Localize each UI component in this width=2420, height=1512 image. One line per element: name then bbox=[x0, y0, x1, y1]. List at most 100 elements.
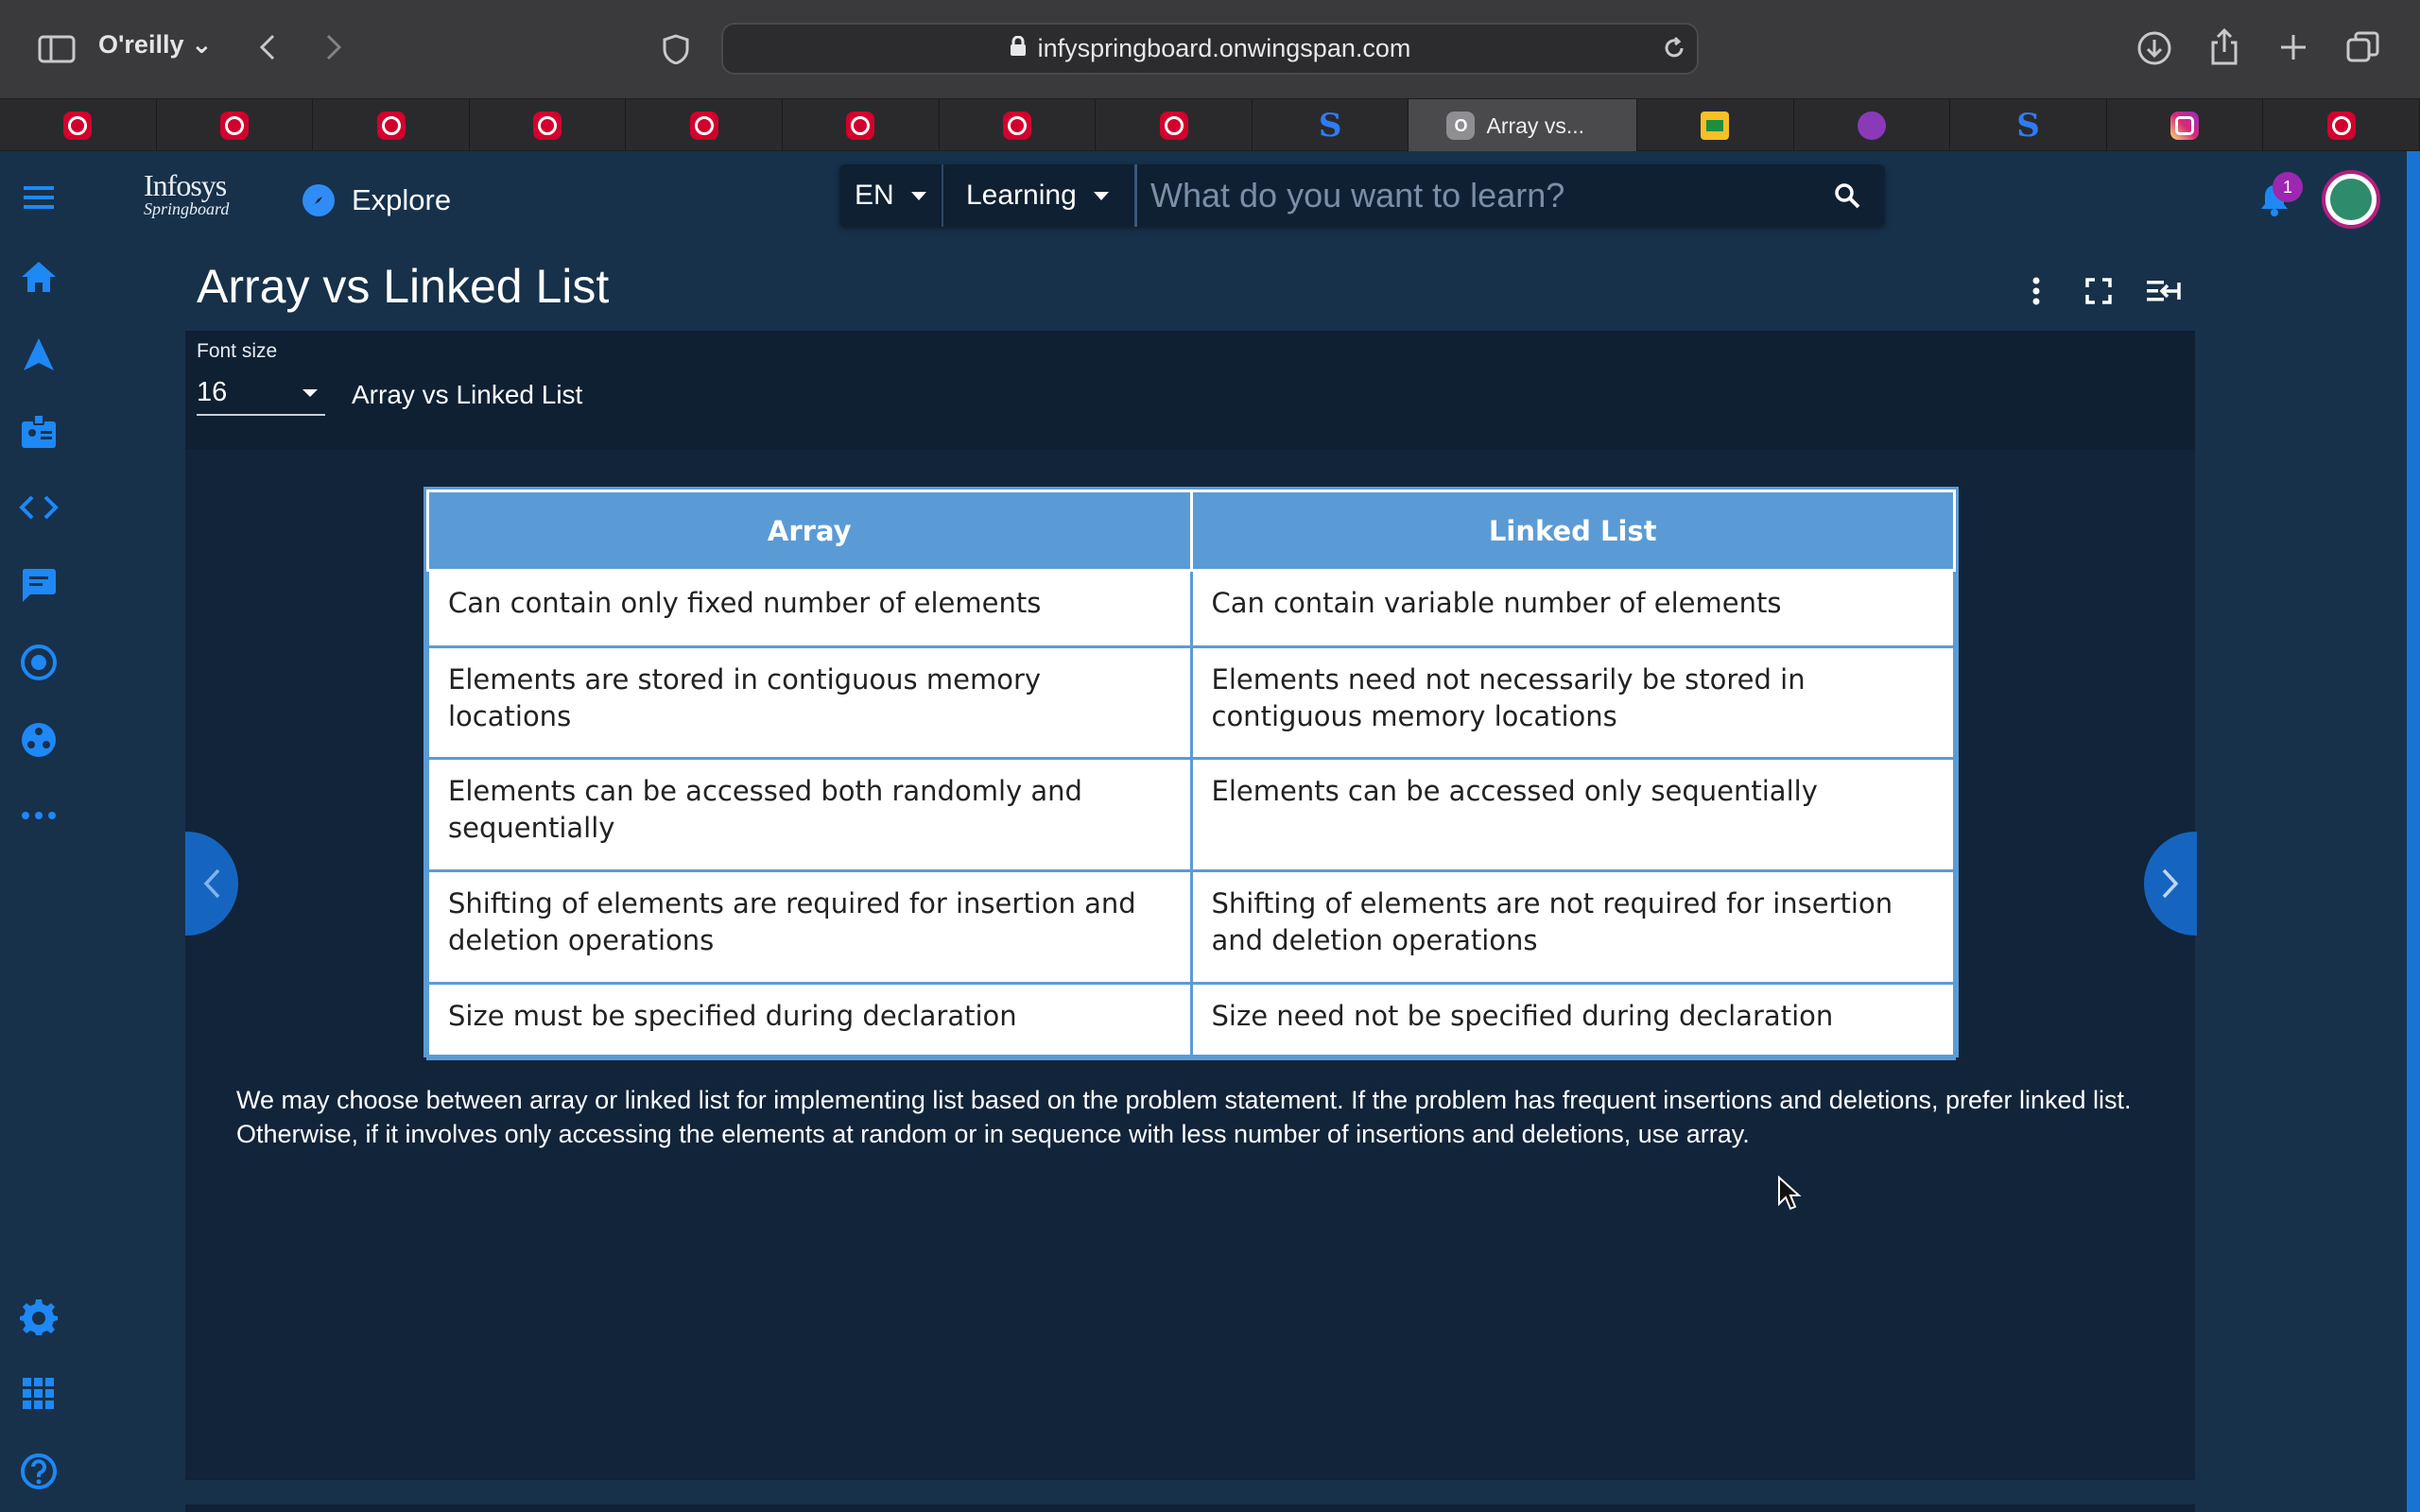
browser-toolbar: O'reilly ⌄ infyspringboard.onwingspan.co… bbox=[0, 0, 2420, 98]
downloads-icon[interactable] bbox=[2135, 28, 2174, 68]
summary-paragraph: We may choose between array or linked li… bbox=[236, 1086, 2132, 1148]
s-icon: S bbox=[1318, 107, 1342, 145]
apps-grid-icon[interactable] bbox=[17, 1372, 60, 1416]
o-icon: O bbox=[1446, 112, 1476, 140]
table-cell: Elements can be accessed only sequential… bbox=[1189, 757, 1956, 872]
browser-tab[interactable] bbox=[470, 99, 627, 152]
more-vertical-icon[interactable] bbox=[2017, 272, 2055, 310]
reload-icon[interactable] bbox=[1660, 34, 1688, 62]
browser-tab[interactable] bbox=[0, 99, 157, 152]
tab-strip: S O Array vs... S bbox=[0, 98, 2420, 152]
chevron-down-icon bbox=[1093, 191, 1109, 200]
table-row: Can contain only fixed number of element… bbox=[426, 569, 1956, 648]
browser-tab[interactable] bbox=[626, 99, 784, 152]
category-value: Learning bbox=[966, 180, 1077, 211]
collapse-panel-icon[interactable] bbox=[2144, 272, 2182, 310]
oreilly-icon bbox=[846, 112, 875, 140]
oreilly-icon bbox=[376, 112, 406, 140]
notification-badge: 1 bbox=[2273, 172, 2303, 202]
avatar[interactable] bbox=[2322, 170, 2380, 229]
browser-tab[interactable] bbox=[940, 99, 1097, 152]
search-input[interactable] bbox=[1137, 164, 1809, 227]
mouse-cursor-icon bbox=[1777, 1175, 1802, 1216]
language-select[interactable]: EN bbox=[839, 164, 943, 227]
share-icon[interactable] bbox=[2206, 26, 2242, 66]
chevron-left-icon bbox=[203, 868, 220, 899]
tab-overview-icon[interactable] bbox=[2344, 28, 2382, 66]
fullscreen-icon[interactable] bbox=[2080, 272, 2118, 310]
more-icon[interactable] bbox=[17, 794, 60, 837]
menu-icon[interactable] bbox=[17, 176, 60, 219]
oreilly-icon bbox=[219, 112, 249, 140]
browser-tab[interactable] bbox=[1637, 99, 1794, 152]
search-bar: EN Learning bbox=[839, 164, 1885, 227]
search-icon[interactable] bbox=[1809, 164, 1885, 227]
table-row: Elements are stored in contiguous memory… bbox=[426, 645, 1956, 760]
table-cell: Size must be specified during declaratio… bbox=[426, 982, 1193, 1060]
badge-icon[interactable] bbox=[17, 410, 60, 454]
network-icon[interactable] bbox=[17, 718, 60, 762]
oreilly-icon bbox=[2326, 112, 2356, 140]
table-row: Elements can be accessed both randomly a… bbox=[426, 757, 1956, 872]
browser-tab[interactable] bbox=[313, 99, 470, 152]
table-cell: Can contain only fixed number of element… bbox=[426, 569, 1193, 648]
document-name: Array vs Linked List bbox=[352, 380, 583, 409]
font-size-select[interactable]: 16 bbox=[197, 370, 325, 416]
chat-icon[interactable] bbox=[17, 563, 60, 607]
oreilly-icon bbox=[689, 112, 718, 140]
sidebar-toggle-icon[interactable] bbox=[36, 32, 78, 66]
table-cell: Elements need not necessarily be stored … bbox=[1189, 645, 1956, 760]
logo-line-1: Infosys bbox=[144, 168, 227, 202]
gear-icon[interactable] bbox=[17, 1295, 60, 1338]
new-tab-icon[interactable] bbox=[2276, 30, 2310, 64]
table-cell: Can contain variable number of elements bbox=[1189, 569, 1956, 648]
browser-tab[interactable] bbox=[1794, 99, 1951, 152]
back-icon[interactable] bbox=[253, 30, 282, 64]
infosys-springboard-logo[interactable]: Infosys Springboard bbox=[144, 170, 229, 217]
oreilly-icon bbox=[63, 112, 93, 140]
privacy-shield-icon[interactable] bbox=[660, 32, 692, 66]
category-select[interactable]: Learning bbox=[943, 164, 1137, 227]
home-icon[interactable] bbox=[17, 255, 60, 299]
browser-tab[interactable] bbox=[1096, 99, 1253, 152]
tab-title: Array vs... bbox=[1486, 112, 1584, 138]
instagram-icon bbox=[2170, 112, 2200, 140]
chevron-down-icon bbox=[302, 389, 318, 397]
code-icon[interactable] bbox=[17, 486, 60, 529]
browser-tab[interactable]: S bbox=[1253, 99, 1409, 152]
font-size-label: Font size bbox=[197, 340, 278, 362]
table-cell: Shifting of elements are not required fo… bbox=[1189, 869, 1956, 985]
browser-tab[interactable] bbox=[783, 99, 940, 152]
explore-link[interactable]: Explore bbox=[302, 183, 451, 217]
page-title: Array vs Linked List bbox=[197, 260, 610, 313]
compass-icon bbox=[302, 184, 335, 216]
table-row: Size must be specified during declaratio… bbox=[426, 982, 1956, 1060]
column-header-linked-list: Linked List bbox=[1189, 490, 1956, 572]
navigation-icon[interactable] bbox=[17, 333, 60, 376]
target-icon[interactable] bbox=[17, 641, 60, 684]
url-text: infyspringboard.onwingspan.com bbox=[1037, 34, 1411, 62]
chevron-right-icon bbox=[2162, 868, 2179, 899]
forward-icon[interactable] bbox=[320, 30, 348, 64]
table-header-row: Array Linked List bbox=[426, 490, 1956, 572]
browser-tab[interactable] bbox=[2107, 99, 2264, 152]
table-cell: Size need not be specified during declar… bbox=[1189, 982, 1956, 1060]
table-cell: Elements are stored in contiguous memory… bbox=[426, 645, 1193, 760]
browser-tab-active[interactable]: O Array vs... bbox=[1409, 99, 1637, 152]
browser-tab[interactable] bbox=[157, 99, 314, 152]
profile-selector[interactable]: O'reilly ⌄ bbox=[98, 30, 213, 60]
lock-icon bbox=[1010, 34, 1027, 63]
chevron-down-icon bbox=[910, 191, 926, 200]
help-icon[interactable] bbox=[17, 1450, 60, 1493]
table-row: Shifting of elements are required for in… bbox=[426, 869, 1956, 985]
right-edge-strip bbox=[2407, 151, 2420, 1512]
profile-name: O'reilly bbox=[98, 30, 184, 59]
logo-line-2: Springboard bbox=[144, 199, 230, 218]
font-size-value: 16 bbox=[197, 376, 228, 407]
address-bar[interactable]: infyspringboard.onwingspan.com bbox=[721, 23, 1699, 75]
table-cell: Shifting of elements are required for in… bbox=[426, 869, 1193, 985]
column-header-array: Array bbox=[426, 490, 1193, 572]
browser-tab[interactable] bbox=[2263, 99, 2420, 152]
comparison-table: Array Linked List Can contain only fixed… bbox=[424, 487, 1959, 1060]
browser-tab[interactable]: S bbox=[1950, 99, 2107, 152]
